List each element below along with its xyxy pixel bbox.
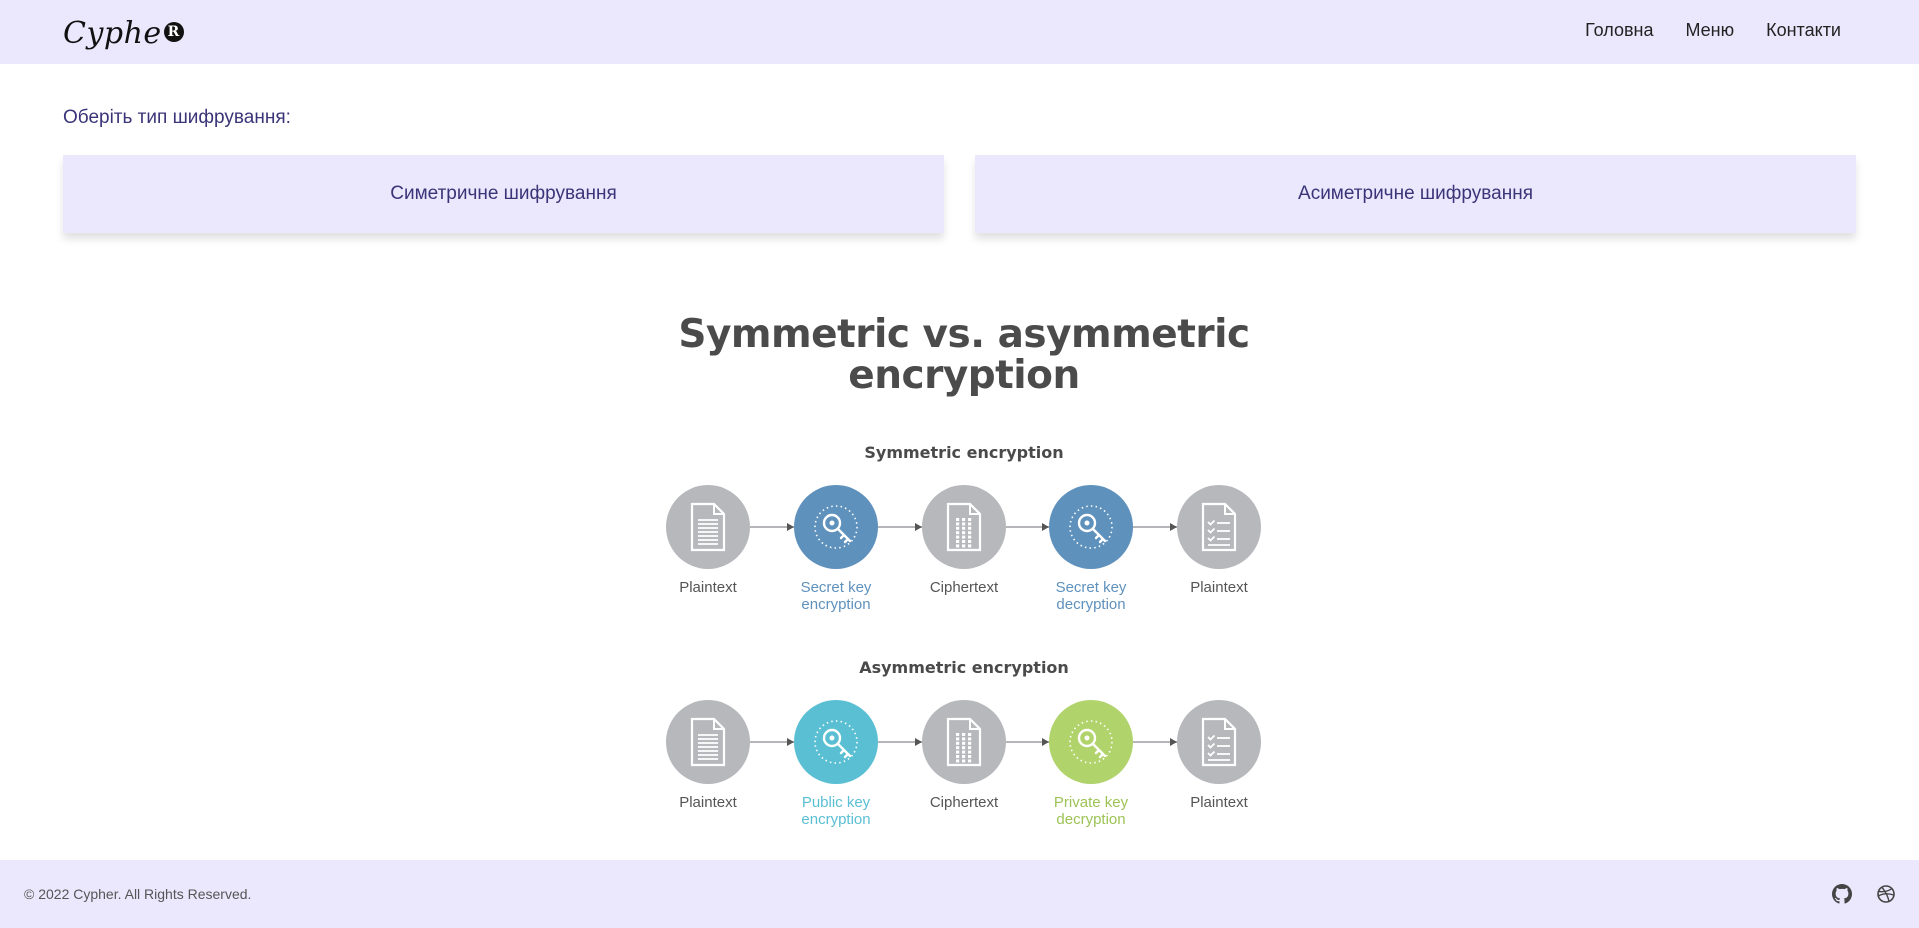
diagram-title-line-1: Symmetric vs. asymmetric: [678, 312, 1250, 357]
symmetric-step-label-line: Plaintext: [1190, 579, 1248, 596]
symmetric-step-label: Secret key encryption: [771, 579, 901, 613]
symmetric-step-label-line: decryption: [1056, 596, 1126, 613]
symmetric-step-node: [922, 485, 1006, 569]
key-icon: [814, 505, 858, 549]
symmetric-step-label-line: encryption: [801, 596, 871, 613]
asymmetric-step-label-line: Plaintext: [1190, 794, 1248, 811]
symmetric-step-node: [1049, 485, 1133, 569]
cipher-document-icon: [946, 717, 982, 767]
document-icon: [690, 502, 726, 552]
asymmetric-step-label-line: Private key: [1053, 794, 1129, 811]
checklist-document-icon: [1201, 717, 1237, 767]
asymmetric-step-label-line: Public key: [801, 794, 871, 811]
symmetric-step-label: Plaintext: [1154, 579, 1284, 596]
brand-logo[interactable]: Cyphe R: [63, 15, 184, 51]
symmetric-encryption-button[interactable]: Симетричне шифрування: [63, 155, 944, 233]
asymmetric-step-node: [922, 700, 1006, 784]
asymmetric-step-node: [1177, 700, 1261, 784]
nav-link-contacts[interactable]: Контакти: [1766, 20, 1841, 41]
symmetric-step-label-line: Secret key: [1055, 579, 1127, 596]
logo-text: Cyphe: [63, 15, 162, 51]
asymmetric-step-label-line: encryption: [801, 811, 871, 828]
checklist-document-icon: [1201, 502, 1237, 552]
logo-mark: R: [163, 22, 184, 42]
main-nav: Головна Меню Контакти: [1585, 20, 1841, 41]
nav-link-home[interactable]: Головна: [1585, 20, 1653, 41]
symmetric-arrow: [787, 523, 794, 531]
asymmetric-arrow: [787, 738, 794, 746]
symmetric-step-label-line: Plaintext: [679, 579, 737, 596]
footer: © 2022 Cypher. All Rights Reserved.: [0, 860, 1919, 928]
nav-link-menu[interactable]: Меню: [1685, 20, 1734, 41]
asymmetric-step-label-line: decryption: [1056, 811, 1126, 828]
symmetric-step-label-line: Ciphertext: [929, 579, 999, 596]
symmetric-step-label-line: Secret key: [800, 579, 872, 596]
document-icon: [690, 717, 726, 767]
copyright-text: © 2022 Cypher. All Rights Reserved.: [24, 886, 252, 902]
asymmetric-arrow: [1042, 738, 1049, 746]
asymmetric-arrow: [1170, 738, 1177, 746]
top-navbar: Cyphe R Головна Меню Контакти: [0, 0, 1919, 64]
github-icon[interactable]: [1832, 884, 1852, 904]
symmetric-step-node: [1177, 485, 1261, 569]
key-icon: [1069, 720, 1113, 764]
asymmetric-step-label-line: Ciphertext: [929, 794, 999, 811]
asymmetric-step-label: Ciphertext: [899, 794, 1029, 811]
asymmetric-step-node: [666, 700, 750, 784]
symmetric-arrow: [1170, 523, 1177, 531]
asymmetric-step-label: Public key encryption: [771, 794, 901, 828]
asymmetric-section-title: Asymmetric encryption: [859, 658, 1069, 677]
symmetric-arrow: [1042, 523, 1049, 531]
diagram-title-line-2: encryption: [848, 353, 1080, 398]
symmetric-step-label: Plaintext: [643, 579, 773, 596]
asymmetric-step-label: Private key decryption: [1026, 794, 1156, 828]
key-icon: [814, 720, 858, 764]
symmetric-step-node: [794, 485, 878, 569]
diagram-title: Symmetric vs. asymmetric encryption: [660, 314, 1268, 396]
symmetric-step-label: Secret key decryption: [1026, 579, 1156, 613]
key-icon: [1069, 505, 1113, 549]
asymmetric-step-label: Plaintext: [643, 794, 773, 811]
cipher-document-icon: [946, 502, 982, 552]
asymmetric-step-node: [794, 700, 878, 784]
symmetric-step-node: [666, 485, 750, 569]
symmetric-section-title: Symmetric encryption: [864, 443, 1064, 462]
asymmetric-step-label: Plaintext: [1154, 794, 1284, 811]
symmetric-arrow: [915, 523, 922, 531]
asymmetric-step-label-line: Plaintext: [679, 794, 737, 811]
encryption-type-prompt: Оберіть тип шифрування:: [63, 107, 291, 128]
asymmetric-encryption-button[interactable]: Асиметричне шифрування: [975, 155, 1856, 233]
asymmetric-arrow: [915, 738, 922, 746]
symmetric-step-label: Ciphertext: [899, 579, 1029, 596]
dribbble-icon[interactable]: [1876, 884, 1896, 904]
asymmetric-step-node: [1049, 700, 1133, 784]
